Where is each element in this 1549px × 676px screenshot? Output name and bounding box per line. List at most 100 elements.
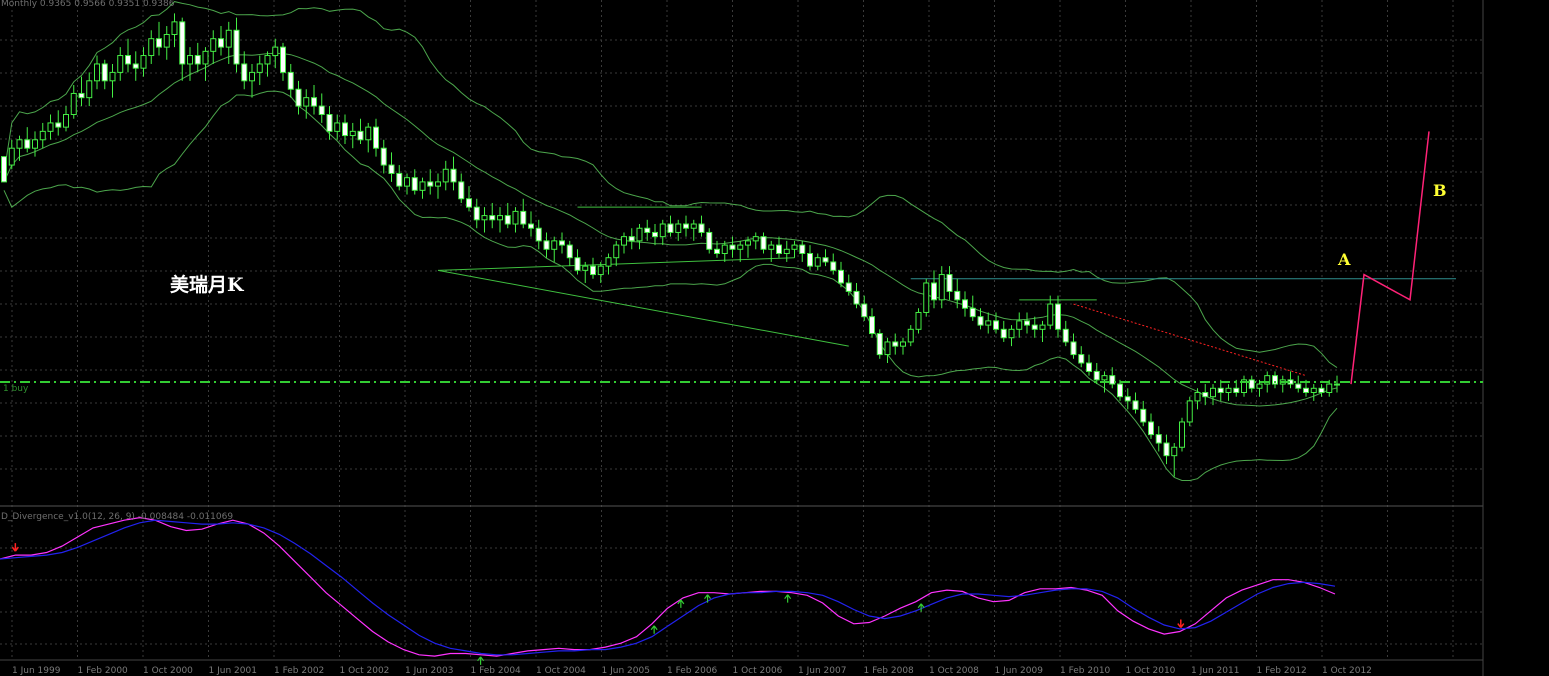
- candle-body: [512, 210, 519, 225]
- candle-body: [373, 126, 379, 149]
- candle-body: [1194, 391, 1201, 402]
- candle-body: [148, 38, 155, 57]
- candle-body: [109, 71, 116, 82]
- candle-body: [365, 126, 372, 141]
- candle-body: [481, 215, 488, 221]
- candle-body: [1310, 387, 1317, 393]
- candle-body: [404, 177, 410, 187]
- candle-body: [442, 168, 449, 183]
- candle-body: [1233, 387, 1240, 393]
- candle-body: [256, 63, 263, 73]
- x-tick-label: 1 Jun 2003: [405, 666, 453, 676]
- candle-body: [1179, 421, 1185, 448]
- candle-body: [938, 274, 945, 301]
- candle-body: [597, 265, 604, 276]
- up-arrow: [477, 656, 485, 665]
- candle-body: [1334, 383, 1340, 386]
- candle-body: [993, 320, 999, 330]
- candle-body: [125, 55, 131, 65]
- candle-body: [249, 71, 255, 82]
- x-tick-label: 1 Feb 2008: [864, 666, 915, 676]
- candle-body: [1132, 400, 1139, 410]
- candle-body: [55, 122, 62, 128]
- candle-body: [466, 198, 472, 208]
- candle-body: [590, 265, 596, 276]
- candle-body: [644, 227, 651, 233]
- x-tick-label: 1 Jun 2001: [209, 666, 257, 676]
- candle-body: [342, 122, 348, 137]
- candle-body: [1217, 387, 1224, 393]
- candle-body: [489, 215, 496, 221]
- candle-body: [295, 88, 302, 107]
- candle-body: [280, 46, 286, 73]
- candle-body: [396, 172, 403, 187]
- candle-body: [473, 206, 480, 221]
- x-tick-label: 1 Feb 2006: [667, 666, 718, 676]
- candle-body: [63, 114, 69, 128]
- projection-path: [1350, 131, 1430, 385]
- candle-body: [70, 92, 77, 116]
- candle-body: [1070, 341, 1077, 356]
- x-tick-label: 1 Oct 2010: [1126, 666, 1176, 676]
- candle-body: [450, 168, 457, 183]
- candle-body: [32, 139, 38, 149]
- candle-body: [1163, 442, 1170, 457]
- candle-body: [783, 248, 790, 254]
- candle-body: [132, 63, 139, 69]
- candle-body: [861, 303, 868, 318]
- x-tick-label: 1 Oct 2000: [143, 666, 193, 676]
- candle-body: [628, 236, 635, 242]
- candle-body: [1078, 354, 1085, 364]
- candle-body: [613, 244, 620, 259]
- candle-body: [636, 227, 643, 242]
- candle-body: [303, 97, 310, 107]
- point-b-label: B: [1433, 181, 1447, 200]
- candle-body: [845, 282, 852, 292]
- candle-body: [1031, 324, 1038, 330]
- candle-body: [1093, 370, 1100, 381]
- candle-body: [233, 29, 240, 65]
- candle-body: [1086, 362, 1092, 372]
- candle-body: [117, 55, 124, 73]
- x-tick-label: 1 Feb 2004: [471, 666, 522, 676]
- candle-body: [163, 33, 170, 48]
- candle-body: [24, 139, 31, 149]
- candle-body: [78, 92, 85, 99]
- candle-body: [1171, 446, 1178, 457]
- candle-body: [187, 55, 193, 65]
- candle-body: [954, 290, 961, 301]
- candle-body: [380, 147, 387, 166]
- candle-body: [535, 227, 542, 242]
- candle-body: [1318, 387, 1325, 393]
- candle-body: [760, 236, 767, 250]
- candle-body: [1148, 421, 1154, 436]
- candle-body: [683, 223, 689, 229]
- candle-body: [884, 341, 891, 356]
- candle-body: [1155, 434, 1162, 444]
- candle-body: [1008, 328, 1015, 339]
- candle-body: [962, 299, 968, 309]
- candle-body: [1, 156, 7, 183]
- candle-body: [1256, 383, 1263, 389]
- candle-body: [225, 29, 232, 48]
- x-tick-label: 1 Feb 2000: [78, 666, 129, 676]
- candle-body: [218, 38, 224, 48]
- candle-body: [504, 215, 511, 225]
- candle-body: [94, 63, 100, 82]
- chart-title: 美瑞月K: [170, 274, 244, 296]
- candle-body: [1326, 383, 1333, 393]
- hline-label: 1 buy: [3, 384, 29, 394]
- candle-body: [698, 223, 705, 233]
- candle-body: [520, 210, 527, 225]
- candle-body: [326, 114, 333, 132]
- candle-body: [907, 328, 914, 343]
- candle-body: [194, 55, 201, 65]
- candle-body: [388, 164, 395, 174]
- candle-body: [559, 240, 565, 246]
- x-tick-label: 1 Oct 2004: [536, 666, 586, 676]
- candle-body: [241, 63, 248, 82]
- down-arrow: [11, 543, 19, 552]
- candle-body: [171, 21, 178, 35]
- candle-body: [1225, 387, 1232, 393]
- indicator-info: D_Divergence_v1.0(12, 26, 9) -0.008484 -…: [1, 512, 234, 522]
